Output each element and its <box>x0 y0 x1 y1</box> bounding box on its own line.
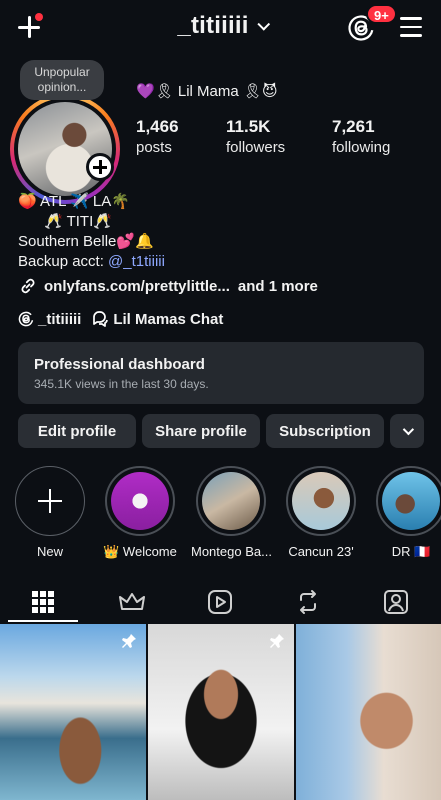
highlight-new[interactable]: New <box>10 466 90 559</box>
repost-icon[interactable] <box>294 588 322 616</box>
posts-stat[interactable]: 1,466 posts <box>136 117 179 156</box>
posts-count: 1,466 <box>136 117 179 136</box>
post-grid <box>0 624 441 800</box>
grid-icon[interactable] <box>29 588 57 616</box>
dashboard-title: Professional dashboard <box>34 356 205 373</box>
username-label: _titiiiii <box>177 12 249 39</box>
pin-icon <box>270 634 284 648</box>
threads-icon <box>18 311 34 327</box>
following-label: following <box>332 139 391 156</box>
highlight-label: Montego Ba... <box>191 544 272 559</box>
dashboard-subtitle: 345.1K views in the last 30 days. <box>34 377 209 391</box>
profile-tabs <box>0 582 441 622</box>
followers-label: followers <box>226 139 286 156</box>
bio-line: Southern Belle💕🔔 <box>18 233 154 250</box>
highlight-item[interactable]: Cancun 23' <box>281 466 361 559</box>
followers-stat[interactable]: 11.5K followers <box>226 117 285 156</box>
backup-account-link[interactable]: @_t1tiiiii <box>108 253 165 270</box>
posts-label: posts <box>136 139 172 156</box>
highlight-label: Cancun 23' <box>288 544 354 559</box>
chevron-down-icon <box>402 423 415 436</box>
post-image <box>0 624 146 800</box>
pin-icon <box>122 634 136 648</box>
following-count: 7,261 <box>332 117 375 136</box>
highlight-item[interactable]: 👑 Welcome <box>100 466 180 560</box>
note-bubble[interactable]: Unpopular opinion... <box>20 60 104 100</box>
chat-icon <box>93 311 109 327</box>
broadcast-chat-link[interactable]: Lil Mamas Chat <box>91 310 223 328</box>
bio-line: 🥂 TITI🥂 <box>44 213 112 230</box>
plus-icon <box>15 466 85 536</box>
highlight-cover <box>292 472 350 530</box>
chevron-down-icon <box>256 17 270 31</box>
post-image <box>148 624 294 800</box>
suggested-users-button[interactable] <box>390 414 424 448</box>
bio-backup-prefix: Backup acct: <box>18 253 109 270</box>
crown-icon[interactable] <box>118 588 146 616</box>
share-profile-button[interactable]: Share profile <box>142 414 260 448</box>
profile-actions: Edit profile Share profile Subscription <box>18 414 430 448</box>
highlight-cover <box>111 472 169 530</box>
more-links[interactable]: and 1 more <box>238 278 318 295</box>
threads-badge: 9+ <box>366 4 397 24</box>
highlight-item[interactable]: DR 🇫🇷 <box>371 466 441 560</box>
threads-profile-link[interactable]: _titiiiii <box>18 311 81 328</box>
followers-count: 11.5K <box>226 117 271 136</box>
post-thumbnail[interactable] <box>296 624 441 800</box>
highlight-cover <box>202 472 260 530</box>
tagged-icon[interactable] <box>382 588 410 616</box>
following-stat[interactable]: 7,261 following <box>332 117 390 156</box>
bio: 🍑 ATL ✈️ LA🌴 🥂 TITI🥂 Southern Belle💕🔔 Ba… <box>18 192 165 272</box>
link-icon <box>21 278 35 294</box>
subscription-button[interactable]: Subscription <box>266 414 384 448</box>
external-link[interactable]: onlyfans.com/prettylittle... <box>44 278 230 295</box>
active-tab-indicator <box>8 620 78 622</box>
post-thumbnail[interactable] <box>148 624 294 800</box>
story-ring[interactable] <box>10 94 120 204</box>
chat-name: Lil Mamas Chat <box>113 310 224 328</box>
post-thumbnail[interactable] <box>0 624 146 800</box>
avatar <box>18 102 112 196</box>
menu-icon[interactable] <box>400 17 422 37</box>
display-name: 💜🎗 Lil Mama 🎗😈 <box>136 83 278 100</box>
external-link-row[interactable]: onlyfans.com/prettylittle... and 1 more <box>18 276 318 296</box>
highlight-label: New <box>36 544 63 559</box>
threads-row: _titiiiii Lil Mamas Chat <box>18 310 233 328</box>
highlight-label: DR 🇫🇷 <box>391 544 431 559</box>
story-highlights: New 👑 Welcome Montego Ba... Cancun 23' D… <box>0 466 441 566</box>
post-image <box>296 624 441 800</box>
add-story-icon[interactable] <box>86 153 114 181</box>
professional-dashboard[interactable]: Professional dashboard 345.1K views in t… <box>18 342 424 404</box>
highlight-cover <box>382 472 440 530</box>
reels-icon[interactable] <box>206 588 234 616</box>
highlight-label: 👑 Welcome <box>103 544 177 559</box>
bio-line: Backup acct: @_t1tiiiii <box>18 252 165 272</box>
top-bar: _titiiiii 9+ <box>0 0 441 56</box>
bio-line: 🍑 ATL ✈️ LA🌴 <box>18 193 130 210</box>
threads-handle: _titiiiii <box>38 310 82 328</box>
edit-profile-button[interactable]: Edit profile <box>18 414 136 448</box>
highlight-item[interactable]: Montego Ba... <box>191 466 272 559</box>
